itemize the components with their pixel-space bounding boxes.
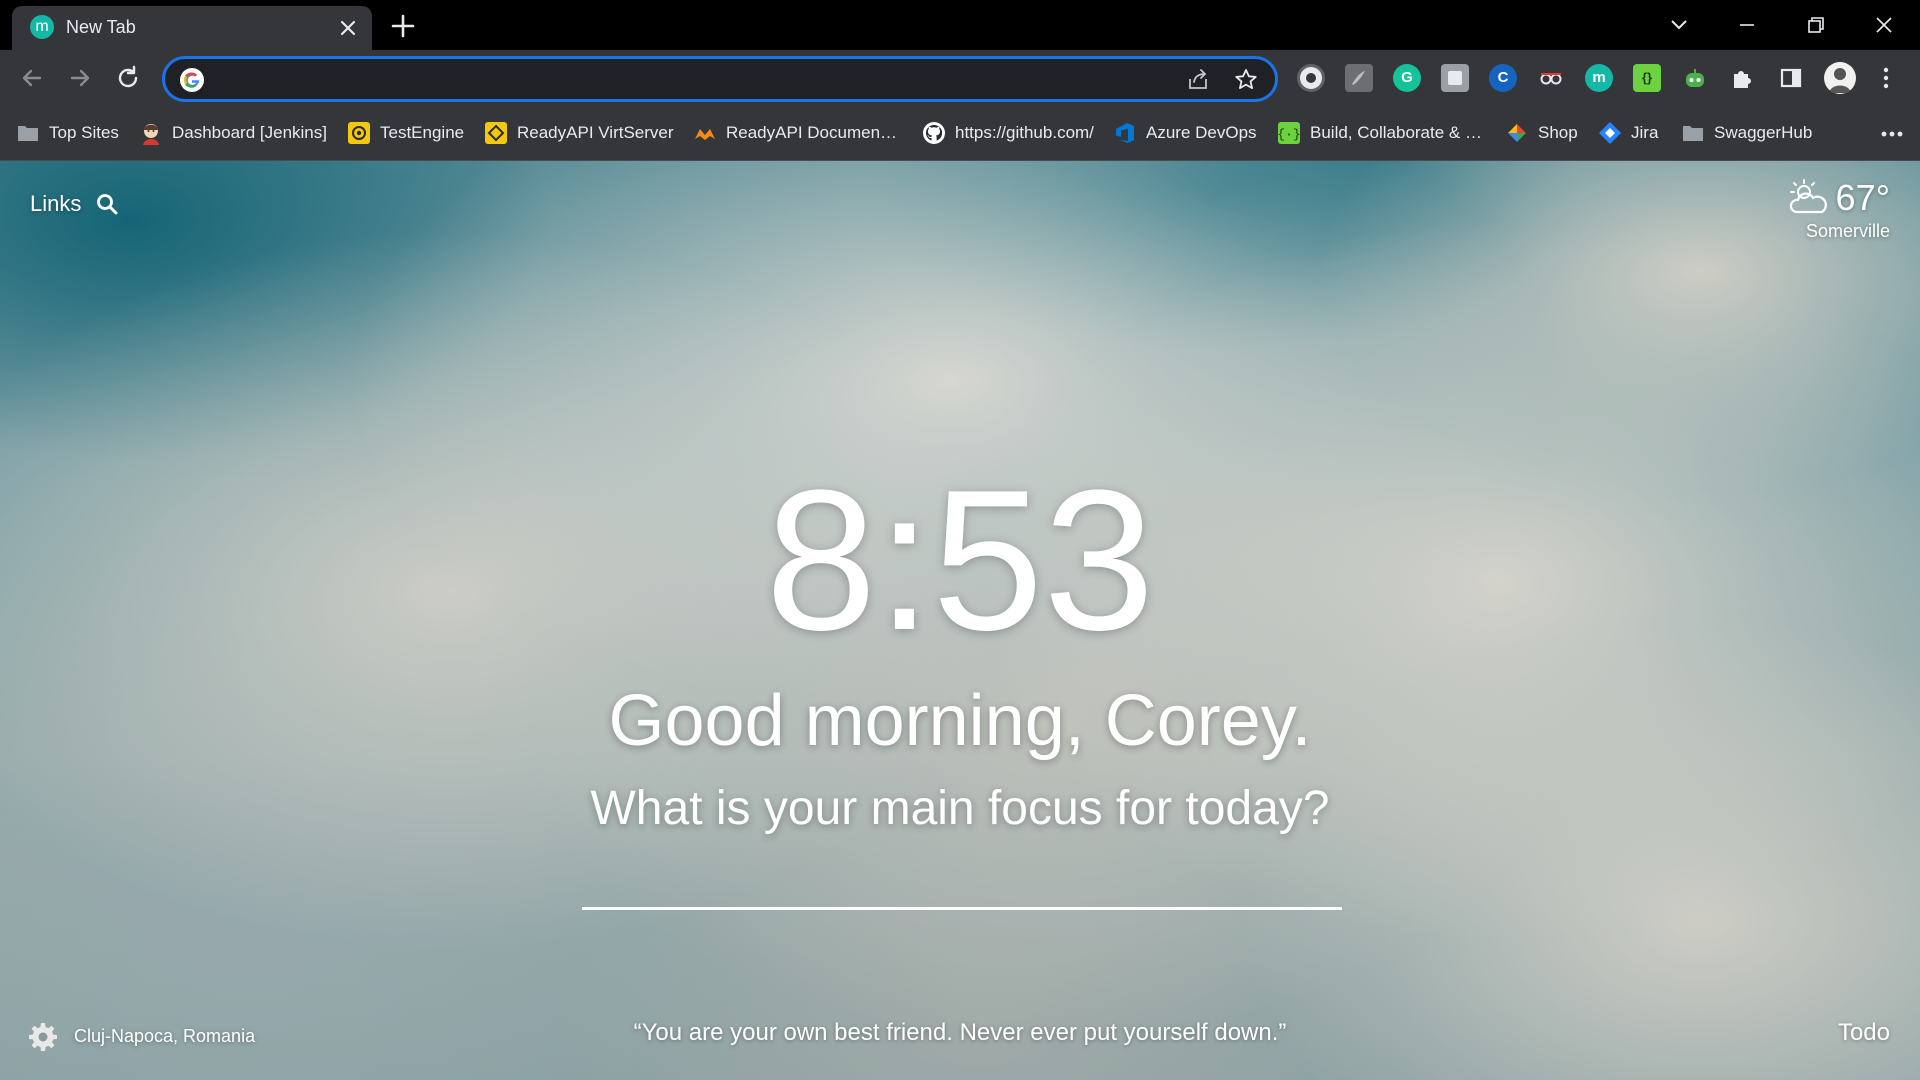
bookmark-label: ReadyAPI Documen…	[726, 123, 898, 142]
focus-input[interactable]	[582, 861, 1342, 910]
side-panel-icon[interactable]	[1775, 62, 1807, 94]
search-icon[interactable]	[95, 192, 119, 216]
bookmark-label: Azure DevOps	[1146, 123, 1257, 142]
bookmark-label: ReadyAPI VirtServer	[517, 123, 674, 142]
readyapi-docs-icon	[695, 129, 715, 140]
reload-icon[interactable]	[112, 62, 144, 94]
folder-icon	[1683, 126, 1703, 141]
bookmark-readyapi-virtserver[interactable]: ReadyAPI VirtServer	[484, 119, 674, 147]
weather-location: Somerville	[1805, 221, 1890, 241]
profile-avatar[interactable]	[1824, 62, 1856, 94]
browser-toolbar: G C m {}	[0, 50, 1920, 106]
extension-c-icon[interactable]: C	[1489, 64, 1517, 92]
bookmark-label: TestEngine	[380, 123, 465, 142]
extension-pdf-icon[interactable]	[1345, 64, 1373, 92]
build-collaborate-icon: {·}	[1277, 122, 1301, 144]
browser-window: m New Tab G C m {} Top Sites Dashboard […	[0, 0, 1920, 1080]
bookmark-azure-devops[interactable]: Azure DevOps	[1113, 119, 1257, 147]
weather-widget[interactable]: 67° Somerville	[1786, 177, 1890, 242]
chrome-menu-icon[interactable]	[1870, 62, 1902, 94]
links-label: Links	[30, 191, 82, 216]
weather-temperature: 67°	[1835, 177, 1890, 218]
minimize-icon[interactable]	[1732, 10, 1762, 40]
folder-icon	[18, 126, 38, 141]
bookmark-label: Jira	[1631, 123, 1659, 142]
tab-title: New Tab	[66, 17, 136, 37]
google-icon	[180, 68, 204, 92]
svg-text:{·}: {·}	[1277, 127, 1300, 142]
bookmarks-bar: Top Sites Dashboard [Jenkins] TestEngine…	[0, 106, 1920, 161]
momentum-dashboard: Links 67° Somerville 8:53 Good morning, …	[0, 161, 1920, 1080]
testengine-icon	[348, 122, 370, 144]
tab-search-chevron-down-icon[interactable]	[1664, 10, 1694, 40]
virtserver-icon	[485, 122, 507, 144]
grammarly-icon[interactable]: G	[1393, 64, 1421, 92]
daily-quote[interactable]: “You are your own best friend. Never eve…	[0, 1019, 1920, 1047]
back-arrow-icon[interactable]	[16, 62, 48, 94]
extension-braces-icon[interactable]: {}	[1633, 64, 1661, 92]
bookmark-label: Shop	[1538, 123, 1578, 142]
bookmark-label: Dashboard [Jenkins]	[172, 123, 327, 142]
github-icon	[923, 122, 945, 144]
more-bookmarks-icon[interactable]	[1876, 122, 1908, 146]
restore-icon[interactable]	[1801, 10, 1831, 40]
clock: 8:53	[765, 449, 1155, 672]
extension-glasses-icon[interactable]	[1537, 64, 1565, 92]
tab-new-tab[interactable]: m New Tab	[12, 6, 372, 50]
momentum-icon[interactable]: m	[1585, 64, 1613, 92]
bookmark-build-collaborate[interactable]: {·} Build, Collaborate & …	[1277, 119, 1482, 147]
bookmark-label: https://github.com/	[955, 123, 1094, 142]
azure-devops-icon	[1116, 123, 1134, 143]
close-tab-icon[interactable]	[336, 16, 360, 40]
bookmark-swaggerhub[interactable]: SwaggerHub	[1681, 119, 1812, 147]
jenkins-icon	[143, 124, 159, 145]
address-bar[interactable]	[162, 56, 1278, 102]
greeting: Good morning, Corey.	[608, 681, 1312, 761]
bookmark-testengine[interactable]: TestEngine	[347, 119, 464, 147]
close-window-icon[interactable]	[1869, 10, 1899, 40]
share-icon[interactable]	[1185, 67, 1211, 93]
bookmark-shop[interactable]: Shop	[1505, 119, 1578, 147]
bookmark-label: SwaggerHub	[1714, 123, 1813, 142]
bookmark-star-icon[interactable]	[1233, 67, 1259, 93]
forward-arrow-icon[interactable]	[64, 62, 96, 94]
extensions-puzzle-icon[interactable]	[1727, 62, 1759, 94]
jira-icon	[1599, 122, 1621, 144]
extension-blank-icon[interactable]	[1441, 64, 1469, 92]
momentum-favicon-icon: m	[30, 15, 54, 39]
bookmark-top-sites[interactable]: Top Sites	[16, 119, 119, 147]
tab-strip: m New Tab	[0, 0, 1920, 50]
bookmark-label: Build, Collaborate & …	[1310, 123, 1482, 142]
address-input[interactable]	[221, 65, 1125, 95]
partly-cloudy-icon	[1789, 179, 1827, 214]
links-menu[interactable]: Links	[30, 191, 119, 217]
extension-bot-icon[interactable]	[1681, 64, 1709, 92]
bookmark-readyapi-documentation[interactable]: ReadyAPI Documen…	[693, 119, 897, 147]
focus-question: What is your main focus for today?	[590, 782, 1330, 835]
bookmark-dashboard-jenkins[interactable]: Dashboard [Jenkins]	[139, 119, 327, 147]
todo-button[interactable]: Todo	[1838, 1019, 1890, 1047]
bookmark-github[interactable]: https://github.com/	[922, 119, 1094, 147]
extension-1-icon[interactable]	[1297, 64, 1325, 92]
shop-icon	[1508, 124, 1526, 142]
bookmark-label: Top Sites	[49, 123, 119, 142]
bookmark-jira[interactable]: Jira	[1598, 119, 1658, 147]
new-tab-icon[interactable]	[390, 13, 416, 39]
